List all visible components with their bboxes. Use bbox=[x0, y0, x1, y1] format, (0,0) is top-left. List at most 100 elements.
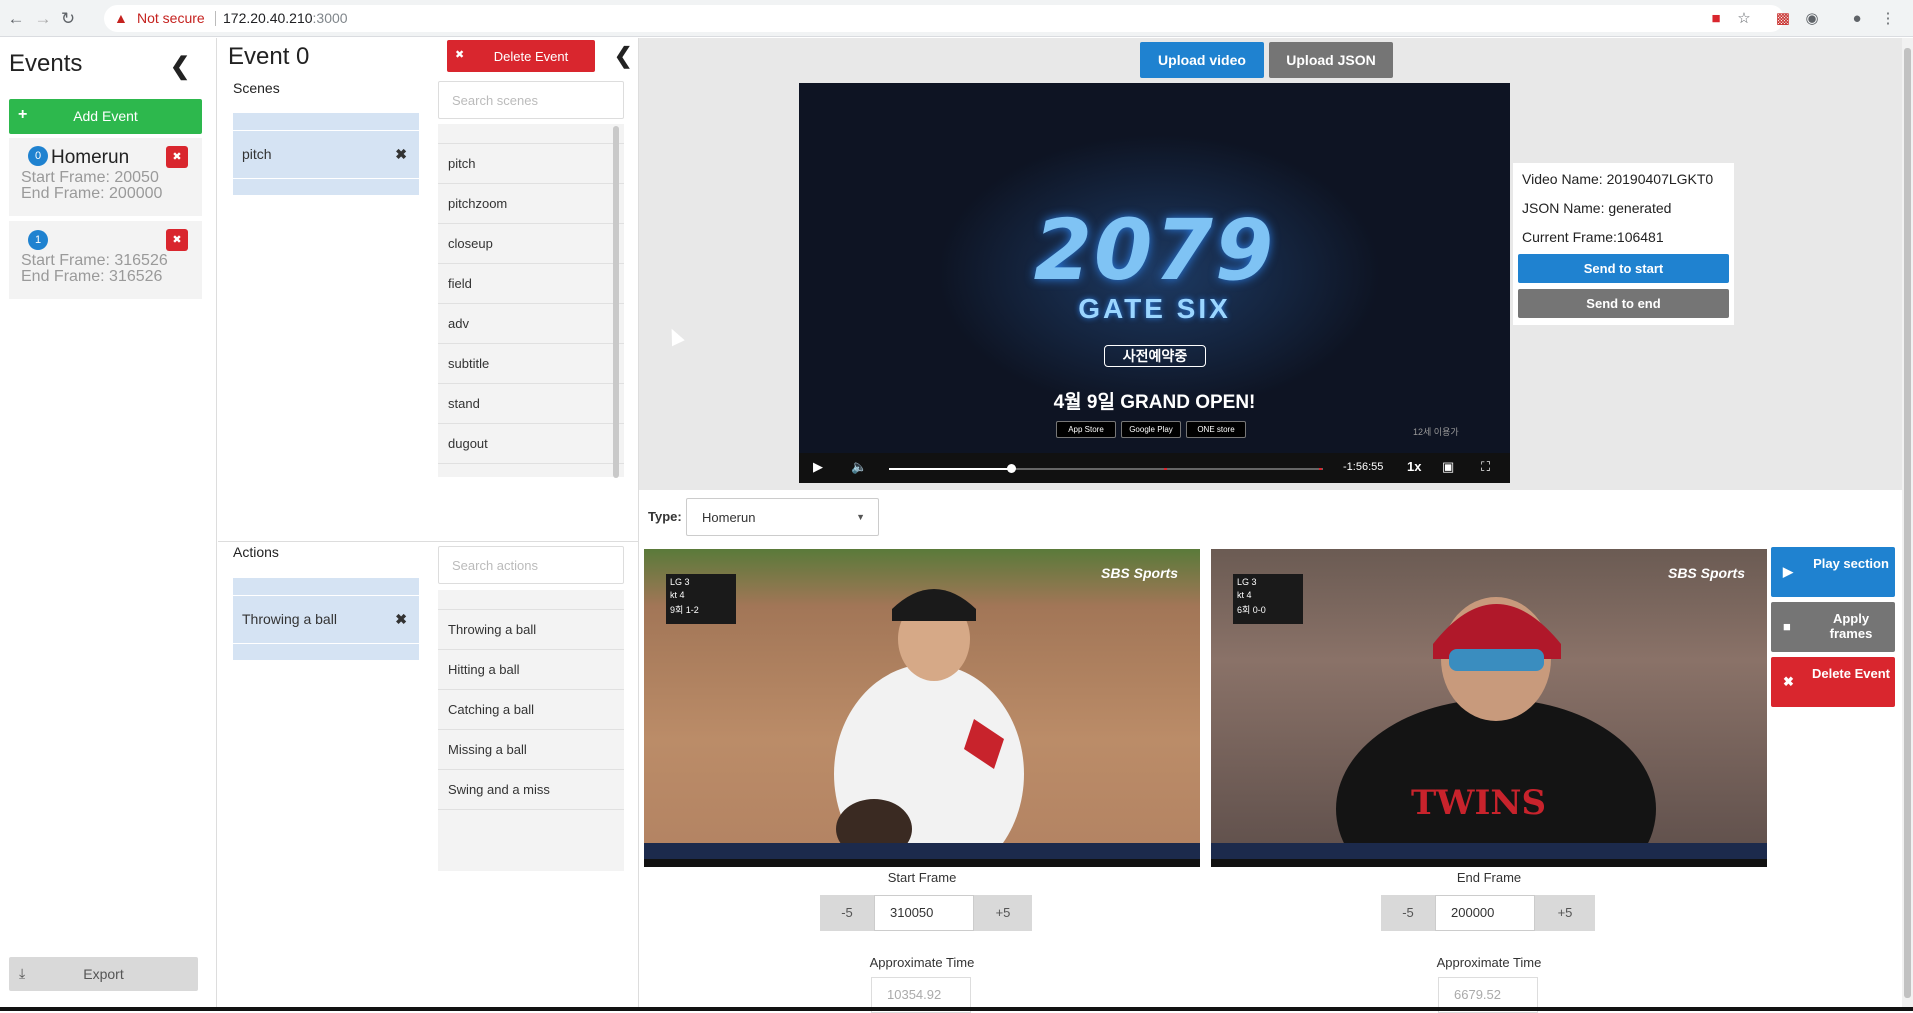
search-scenes-input[interactable] bbox=[438, 81, 624, 119]
progress-knob[interactable] bbox=[1006, 464, 1016, 473]
time-remaining: -1:56:55 bbox=[1343, 461, 1384, 473]
selected-action-chip: Throwing a ball ✖ bbox=[233, 595, 419, 644]
one-store-badge: ONE store bbox=[1186, 421, 1246, 438]
upload-json-button[interactable]: Upload JSON bbox=[1269, 42, 1393, 78]
event-index-badge: 1 bbox=[28, 230, 48, 250]
video-progress-bar[interactable] bbox=[889, 464, 1323, 473]
camera-icon[interactable]: ◉ bbox=[1802, 9, 1822, 29]
video-logo-number: 2079 bbox=[1033, 201, 1276, 299]
delete-event-side-button[interactable]: ✖ Delete Event bbox=[1771, 657, 1895, 707]
event-editor-panel: Event 0 ✖ Delete Event ❮ Scenes pitch ✖ … bbox=[218, 38, 639, 1011]
video-info-box: Video Name: 20190407LGKT0 JSON Name: gen… bbox=[1513, 163, 1734, 325]
end-frame-input[interactable]: 200000 bbox=[1435, 895, 1535, 931]
video-grand-open: 4월 9일 GRAND OPEN! bbox=[1053, 392, 1256, 413]
scenes-scrollbar[interactable] bbox=[613, 126, 619, 478]
page-scrollbar[interactable] bbox=[1902, 38, 1913, 1011]
close-circle-icon: ✖ bbox=[1783, 674, 1794, 689]
age-rating: 12세 이용가 bbox=[1413, 427, 1459, 437]
scene-option[interactable]: closeup bbox=[438, 224, 624, 264]
scene-option[interactable]: stand bbox=[438, 384, 624, 424]
selected-actions: Throwing a ball ✖ bbox=[233, 578, 419, 660]
collapse-editor-icon[interactable]: ❮ bbox=[614, 43, 632, 69]
add-event-button[interactable]: + Add Event bbox=[9, 99, 202, 134]
end-minus-button[interactable]: -5 bbox=[1381, 895, 1435, 931]
scoreboard-overlay: LG 3 kt 4 9회 1-2 bbox=[666, 574, 736, 624]
upload-video-button[interactable]: Upload video bbox=[1140, 42, 1264, 78]
caret-down-icon: ▼ bbox=[856, 512, 865, 522]
send-to-start-button[interactable]: Send to start bbox=[1518, 254, 1729, 283]
event-card-0[interactable]: 0 Homerun ✖ Start Frame: 20050 End Frame… bbox=[9, 138, 202, 216]
list-header bbox=[438, 590, 624, 610]
broadcaster-logo: SBS Sports bbox=[1100, 565, 1178, 581]
blocked-popup-icon[interactable]: ■ bbox=[1706, 9, 1726, 29]
progress-marker bbox=[1164, 468, 1167, 470]
scene-option[interactable]: subtitle bbox=[438, 344, 624, 384]
page-scrollbar-thumb[interactable] bbox=[1904, 48, 1911, 998]
event-end-frame: End Frame: 200000 bbox=[21, 185, 163, 202]
delete-event-button[interactable]: ✖ Delete Event bbox=[447, 40, 595, 72]
extension-icon[interactable]: ▩ bbox=[1773, 9, 1793, 29]
start-plus-button[interactable]: +5 bbox=[974, 895, 1032, 931]
type-select[interactable]: Homerun ▼ bbox=[686, 498, 879, 536]
start-frame-input[interactable]: 310050 bbox=[874, 895, 974, 931]
action-option[interactable]: Throwing a ball bbox=[438, 610, 624, 650]
volume-icon[interactable]: 🔈 bbox=[851, 459, 867, 475]
forward-icon[interactable]: → bbox=[33, 9, 53, 29]
frame-bottom-bar bbox=[1211, 859, 1767, 867]
action-option[interactable]: Catching a ball bbox=[438, 690, 624, 730]
action-option[interactable]: Swing and a miss bbox=[438, 770, 624, 810]
action-option[interactable]: Hitting a ball bbox=[438, 650, 624, 690]
delete-event-1-icon[interactable]: ✖ bbox=[166, 229, 188, 251]
send-to-end-button[interactable]: Send to end bbox=[1518, 289, 1729, 318]
apply-frames-button[interactable]: ■ Apply frames bbox=[1771, 602, 1895, 652]
progress-fill bbox=[889, 468, 1011, 470]
search-actions-input[interactable] bbox=[438, 546, 624, 584]
event-card-1[interactable]: 1 ✖ Start Frame: 316526 End Frame: 31652… bbox=[9, 221, 202, 299]
playback-speed[interactable]: 1x bbox=[1407, 459, 1421, 474]
fullscreen-icon[interactable]: ⛶ bbox=[1481, 459, 1490, 475]
end-frame-image: TWINS LG 3 kt 4 6회 0-0 SBS Sports bbox=[1211, 549, 1767, 867]
scene-option[interactable]: pitchzoom bbox=[438, 184, 624, 224]
profile-avatar-icon[interactable]: ● bbox=[1847, 9, 1867, 29]
svg-text:TWINS: TWINS bbox=[1411, 783, 1546, 823]
type-label: Type: bbox=[648, 509, 682, 524]
remove-action-icon[interactable]: ✖ bbox=[395, 596, 407, 643]
remove-scene-icon[interactable]: ✖ bbox=[395, 131, 407, 178]
progress-marker bbox=[1319, 468, 1322, 470]
video-player[interactable]: 2079 GATE SIX 사전예약중 4월 9일 GRAND OPEN! Ap… bbox=[799, 83, 1510, 483]
video-controls: ▶ 🔈 -1:56:55 1x ▣ ⛶ bbox=[799, 453, 1510, 483]
broadcaster-logo: SBS Sports bbox=[1667, 565, 1745, 581]
json-name: JSON Name: generated bbox=[1522, 200, 1672, 216]
scene-option[interactable]: dugout bbox=[438, 424, 624, 464]
save-icon: ■ bbox=[1783, 619, 1791, 634]
bookmark-star-icon[interactable]: ☆ bbox=[1734, 9, 1754, 29]
selected-scenes: pitch ✖ bbox=[233, 113, 419, 195]
scene-options-list: pitch pitchzoom closeup field adv subtit… bbox=[438, 124, 624, 477]
list-header bbox=[438, 124, 624, 144]
scene-option[interactable]: field bbox=[438, 264, 624, 304]
scene-option[interactable]: pitch bbox=[438, 144, 624, 184]
action-option[interactable]: Missing a ball bbox=[438, 730, 624, 770]
not-secure-label[interactable]: Not secure bbox=[137, 5, 205, 32]
end-plus-button[interactable]: +5 bbox=[1535, 895, 1595, 931]
app-store-badge: App Store bbox=[1056, 421, 1116, 438]
events-title: Events bbox=[9, 50, 83, 77]
broadcast-ticker bbox=[1211, 843, 1767, 859]
collapse-events-icon[interactable]: ❮ bbox=[170, 52, 190, 81]
reload-icon[interactable]: ↻ bbox=[58, 9, 78, 29]
start-minus-button[interactable]: -5 bbox=[820, 895, 874, 931]
menu-icon[interactable]: ⋮ bbox=[1878, 9, 1898, 29]
scene-option[interactable]: adv bbox=[438, 304, 624, 344]
export-button[interactable]: ⤓ Export bbox=[9, 957, 198, 991]
play-icon[interactable]: ▶ bbox=[813, 459, 823, 475]
address-bar[interactable]: ▲ Not secure 172.20.40.210:3000 bbox=[104, 5, 1784, 32]
frame-bottom-bar bbox=[644, 859, 1200, 867]
play-section-button[interactable]: ▶ Play section bbox=[1771, 547, 1895, 597]
back-icon[interactable]: ← bbox=[6, 9, 26, 29]
scene-option[interactable]: sketch bbox=[438, 464, 624, 477]
picture-in-picture-icon[interactable]: ▣ bbox=[1442, 459, 1454, 475]
delete-event-0-icon[interactable]: ✖ bbox=[166, 146, 188, 168]
selected-scene-chip: pitch ✖ bbox=[233, 130, 419, 179]
actions-divider bbox=[218, 541, 639, 542]
url-text[interactable]: 172.20.40.210:3000 bbox=[223, 5, 348, 32]
